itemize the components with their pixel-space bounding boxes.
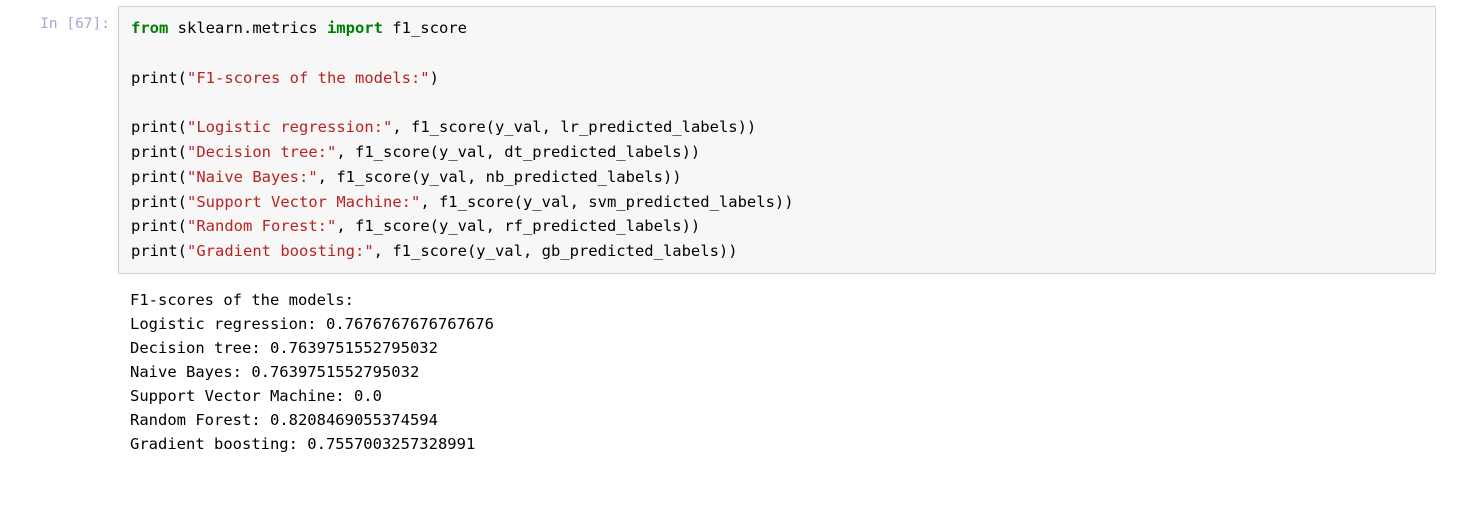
str-lr: "Logistic regression:" xyxy=(187,118,392,136)
out-line: Gradient boosting: 0.7557003257328991 xyxy=(130,435,475,453)
stdout: F1-scores of the models: Logistic regres… xyxy=(118,280,1466,460)
prompt-number: 67 xyxy=(75,16,92,32)
str-title: "F1-scores of the models:" xyxy=(187,69,430,87)
str-dt: "Decision tree:" xyxy=(187,143,336,161)
prompt-label: In [ xyxy=(40,16,75,32)
rest-lr: , f1_score(y_val, lr_predicted_labels)) xyxy=(392,118,756,136)
str-nb: "Naive Bayes:" xyxy=(187,168,318,186)
fn-print: print xyxy=(131,69,178,87)
rest-dt: , f1_score(y_val, dt_predicted_labels)) xyxy=(336,143,700,161)
fn-print: print xyxy=(131,168,178,186)
out-line: Random Forest: 0.8208469055374594 xyxy=(130,411,438,429)
fn-print: print xyxy=(131,242,178,260)
output-cell: F1-scores of the models: Logistic regres… xyxy=(0,280,1466,460)
input-prompt: In [67]: xyxy=(0,6,118,32)
fn-print: print xyxy=(131,143,178,161)
rest-rf: , f1_score(y_val, rf_predicted_labels)) xyxy=(336,217,700,235)
out-line: Support Vector Machine: 0.0 xyxy=(130,387,382,405)
rest-gb: , f1_score(y_val, gb_predicted_labels)) xyxy=(374,242,738,260)
out-line: F1-scores of the models: xyxy=(130,291,354,309)
code-input-area[interactable]: from sklearn.metrics import f1_score pri… xyxy=(118,6,1436,274)
fn-print: print xyxy=(131,118,178,136)
source-code[interactable]: from sklearn.metrics import f1_score pri… xyxy=(131,16,1423,264)
rest-nb: , f1_score(y_val, nb_predicted_labels)) xyxy=(318,168,682,186)
kw-import: import xyxy=(327,19,383,37)
str-rf: "Random Forest:" xyxy=(187,217,336,235)
import-name: f1_score xyxy=(383,19,467,37)
fn-print: print xyxy=(131,217,178,235)
fn-print: print xyxy=(131,193,178,211)
str-gb: "Gradient boosting:" xyxy=(187,242,374,260)
prompt-suffix: ]: xyxy=(93,16,110,32)
out-line: Logistic regression: 0.7676767676767676 xyxy=(130,315,494,333)
str-svm: "Support Vector Machine:" xyxy=(187,193,420,211)
module-path: sklearn.metrics xyxy=(168,19,327,37)
out-line: Naive Bayes: 0.7639751552795032 xyxy=(130,363,419,381)
kw-from: from xyxy=(131,19,168,37)
rest-svm: , f1_score(y_val, svm_predicted_labels)) xyxy=(420,193,793,211)
out-line: Decision tree: 0.7639751552795032 xyxy=(130,339,438,357)
code-cell: In [67]: from sklearn.metrics import f1_… xyxy=(0,0,1466,280)
